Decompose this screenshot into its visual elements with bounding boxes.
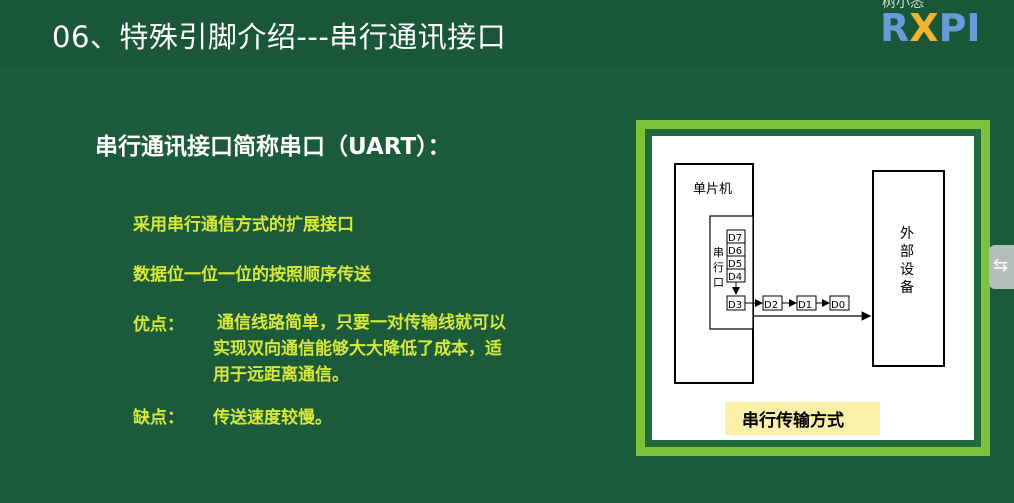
serial-port-char-3: 口	[713, 276, 724, 289]
serial-port-char-2: 行	[713, 261, 724, 274]
device-char-3: 设	[900, 262, 914, 278]
disadvantages-label: 缺点：	[133, 408, 184, 428]
tx-bit-d1: D1	[798, 300, 812, 311]
section-heading: 串行通讯接口简称串口（UART）：	[95, 134, 451, 160]
slide: 06、特殊引脚介绍---串行通讯接口 树小悉 RXPI 串行通讯接口简称串口（U…	[0, 0, 1014, 503]
advantages-line-3: 用于远距离通信。	[213, 365, 349, 385]
bullet-2: 数据位一位一位的按照顺序传送	[133, 265, 371, 285]
logo-letters-pi: PI	[938, 6, 981, 50]
logo-letter-r: R	[880, 6, 910, 50]
mcu-label: 单片机	[693, 182, 732, 197]
serial-transmission-diagram: 单片机 串 行 口 D7 D6 D5 D4 D3 D2 D1 D0 外 部 设 …	[652, 136, 974, 440]
register-bit-d6: D6	[728, 246, 742, 257]
advantages-label: 优点：	[133, 315, 184, 335]
disadvantages-text: 传送速度较慢。	[213, 408, 332, 428]
logo-main-text: RXPI	[880, 6, 981, 50]
tx-bit-d0: D0	[831, 300, 845, 311]
tx-bit-d2: D2	[764, 300, 778, 311]
advantages-text: 通信线路简单，只要一对传输线就可以 实现双向通信能够大大降低了成本，适 用于远距…	[213, 310, 573, 388]
device-char-2: 部	[900, 244, 914, 260]
register-bit-d5: D5	[728, 259, 742, 270]
diagram-svg: 单片机 串 行 口 D7 D6 D5 D4 D3 D2 D1 D0 外 部 设 …	[674, 163, 945, 435]
side-collapse-tab[interactable]: ⇆	[989, 245, 1014, 289]
bullet-1: 采用串行通信方式的扩展接口	[133, 215, 354, 235]
register-bit-d4: D4	[728, 272, 742, 283]
diagram-frame: 单片机 串 行 口 D7 D6 D5 D4 D3 D2 D1 D0 外 部 设 …	[636, 120, 990, 456]
serial-port-char-1: 串	[713, 246, 724, 259]
output-bit-d3: D3	[728, 300, 742, 311]
device-char-1: 外	[900, 226, 914, 242]
logo-letter-x: X	[909, 6, 939, 50]
rxpi-logo: 树小悉 RXPI	[880, 0, 1010, 50]
register-bit-d7: D7	[728, 233, 742, 244]
advantages-line-2: 实现双向通信能够大大降低了成本，适	[213, 339, 502, 359]
slide-title: 06、特殊引脚介绍---串行通讯接口	[52, 20, 507, 54]
diagram-caption: 串行传输方式	[742, 410, 844, 431]
device-char-4: 备	[900, 279, 914, 296]
collapse-arrows-icon: ⇆	[993, 255, 1009, 276]
advantages-line-1: 通信线路简单，只要一对传输线就可以	[217, 313, 506, 333]
diagram-frame-inner: 单片机 串 行 口 D7 D6 D5 D4 D3 D2 D1 D0 外 部 设 …	[645, 129, 981, 447]
